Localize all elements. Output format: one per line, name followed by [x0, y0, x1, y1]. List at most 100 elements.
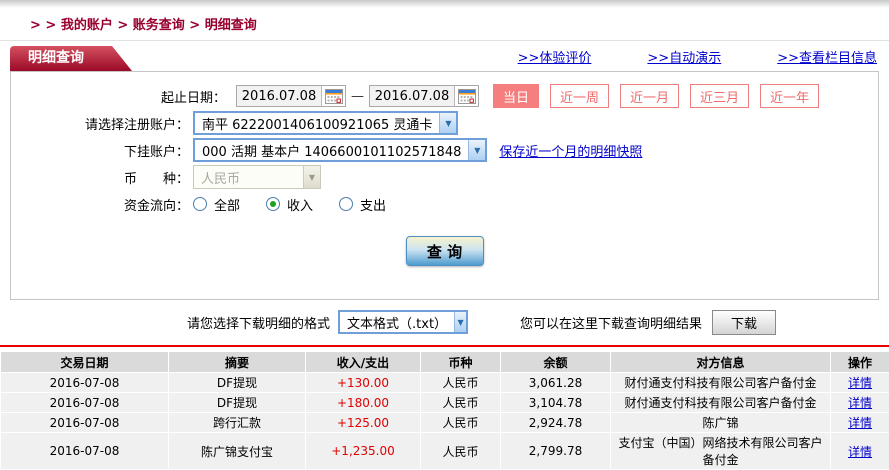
table-row: 2016-07-08 DF提现 +180.00 人民币 3,104.78 财付通…	[1, 393, 889, 413]
cell-summary: DF提现	[169, 373, 306, 393]
link-auto-demo[interactable]: >>自动演示	[647, 47, 721, 66]
sub-account-value: 000 活期 基本户 1406600101102571848	[195, 140, 468, 160]
date-range-row: 起止日期： 2016.07.08 — 2016.07.08	[11, 84, 878, 108]
query-form: 起止日期： 2016.07.08 — 2016.07.08	[10, 71, 879, 300]
download-format-select[interactable]: 文本格式（.txt） ▼	[338, 310, 468, 334]
chevron-down-icon: ▼	[303, 166, 320, 188]
cell-balance: 3,061.28	[501, 373, 611, 393]
breadcrumb: > > 我的账户 > 账务查询 > 明细查询	[0, 8, 889, 41]
quick-range-year-button[interactable]: 近一年	[760, 84, 819, 108]
flow-radio-all-label: 全部	[214, 195, 240, 214]
start-date-input[interactable]: 2016.07.08	[237, 89, 321, 104]
cell-transaction-date: 2016-07-08	[1, 393, 169, 413]
start-date-calendar-button[interactable]	[321, 86, 345, 106]
cell-currency: 人民币	[421, 413, 501, 433]
link-view-column-info[interactable]: >>查看栏目信息	[777, 47, 877, 66]
cell-currency: 人民币	[421, 433, 501, 470]
cell-counterparty: 陈广锦	[611, 413, 831, 433]
header-counterparty: 对方信息	[611, 352, 831, 373]
cell-action: 详情	[831, 393, 889, 413]
download-format-value: 文本格式（.txt）	[340, 312, 454, 332]
radio-icon[interactable]	[339, 197, 353, 211]
cell-balance: 3,104.78	[501, 393, 611, 413]
quick-range-week-button[interactable]: 近一周	[550, 84, 609, 108]
cell-summary: 跨行汇款	[169, 413, 306, 433]
query-button[interactable]: 查 询	[406, 236, 484, 266]
start-date-field: 2016.07.08	[236, 85, 346, 107]
cell-amount: +125.00	[306, 413, 421, 433]
flow-radio-income[interactable]: 收入	[266, 195, 313, 214]
sub-account-select[interactable]: 000 活期 基本户 1406600101102571848 ▼	[193, 138, 487, 162]
table-row: 2016-07-08 陈广锦支付宝 +1,235.00 人民币 2,799.78…	[1, 433, 889, 470]
date-range-label: 起止日期：	[11, 87, 226, 106]
cell-counterparty: 支付宝（中国）网络技术有限公司客户备付金	[611, 433, 831, 470]
download-button[interactable]: 下载	[712, 310, 776, 335]
cell-counterparty: 财付通支付科技有限公司客户备付金	[611, 373, 831, 393]
header-amount: 收入/支出	[306, 352, 421, 373]
header-action: 操作	[831, 352, 889, 373]
download-row: 请您选择下载明细的格式 文本格式（.txt） ▼ 您可以在这里下载查询明细结果 …	[0, 309, 889, 335]
snapshot-link[interactable]: 保存近一个月的明细快照	[499, 141, 642, 160]
table-row: 2016-07-08 DF提现 +130.00 人民币 3,061.28 财付通…	[1, 373, 889, 393]
flow-radio-expense-label: 支出	[360, 195, 386, 214]
end-date-field: 2016.07.08	[369, 85, 479, 107]
flow-radio-expense[interactable]: 支出	[339, 195, 386, 214]
chevron-down-icon: ▼	[439, 113, 456, 133]
currency-label: 币 种：	[11, 168, 189, 187]
sub-account-label: 下挂账户：	[11, 141, 189, 160]
calendar-icon	[325, 89, 343, 104]
cell-currency: 人民币	[421, 393, 501, 413]
link-experience-rating[interactable]: >>体验评价	[518, 47, 592, 66]
download-hint: 您可以在这里下载查询明细结果	[520, 313, 702, 332]
detail-link[interactable]: 详情	[848, 376, 872, 390]
chevron-down-icon: ▼	[468, 140, 485, 160]
cell-action: 详情	[831, 433, 889, 470]
quick-range-today-button[interactable]: 当日	[493, 84, 539, 108]
flow-direction-row: 资金流向： 全部 收入 支出	[11, 192, 878, 216]
radio-icon[interactable]	[193, 197, 207, 211]
quick-range-quarter-button[interactable]: 近三月	[690, 84, 749, 108]
register-account-label: 请选择注册账户：	[11, 114, 189, 133]
cell-balance: 2,924.78	[501, 413, 611, 433]
cell-action: 详情	[831, 373, 889, 393]
red-divider	[0, 345, 889, 347]
header-transaction-date: 交易日期	[1, 352, 169, 373]
download-format-label: 请您选择下载明细的格式	[187, 313, 330, 332]
header-links: >>体验评价 >>自动演示 >>查看栏目信息	[518, 47, 889, 71]
flow-radio-all[interactable]: 全部	[193, 195, 240, 214]
table-header-row: 交易日期 摘要 收入/支出 币种 余额 对方信息 操作	[1, 352, 889, 373]
cell-action: 详情	[831, 413, 889, 433]
cell-amount: +180.00	[306, 393, 421, 413]
cell-transaction-date: 2016-07-08	[1, 433, 169, 470]
cell-amount: +130.00	[306, 373, 421, 393]
cell-transaction-date: 2016-07-08	[1, 413, 169, 433]
calendar-icon	[458, 89, 476, 104]
end-date-calendar-button[interactable]	[454, 86, 478, 106]
register-account-row: 请选择注册账户： 南平 6222001406100921065 灵通卡 ▼	[11, 111, 878, 135]
currency-value: 人民币	[194, 166, 303, 188]
currency-select: 人民币 ▼	[193, 165, 321, 189]
date-separator: —	[351, 89, 364, 104]
flow-radio-income-label: 收入	[287, 195, 313, 214]
detail-link[interactable]: 详情	[848, 445, 872, 459]
flow-direction-label: 资金流向：	[11, 195, 189, 214]
currency-row: 币 种： 人民币 ▼	[11, 165, 878, 189]
sub-account-row: 下挂账户： 000 活期 基本户 1406600101102571848 ▼ 保…	[11, 138, 878, 162]
cell-counterparty: 财付通支付科技有限公司客户备付金	[611, 393, 831, 413]
detail-link[interactable]: 详情	[848, 396, 872, 410]
cell-summary: DF提现	[169, 393, 306, 413]
cell-currency: 人民币	[421, 373, 501, 393]
table-row: 2016-07-08 跨行汇款 +125.00 人民币 2,924.78 陈广锦…	[1, 413, 889, 433]
chevron-down-icon: ▼	[454, 312, 466, 332]
radio-icon[interactable]	[266, 197, 280, 211]
register-account-select[interactable]: 南平 6222001406100921065 灵通卡 ▼	[193, 111, 458, 135]
tab-detail-query[interactable]: 明细查询	[10, 46, 132, 71]
header-balance: 余额	[501, 352, 611, 373]
detail-link[interactable]: 详情	[848, 416, 872, 430]
query-button-row: 查 询	[11, 236, 878, 266]
cell-transaction-date: 2016-07-08	[1, 373, 169, 393]
end-date-input[interactable]: 2016.07.08	[370, 89, 454, 104]
quick-range-month-button[interactable]: 近一月	[620, 84, 679, 108]
header-summary: 摘要	[169, 352, 306, 373]
transactions-table: 交易日期 摘要 收入/支出 币种 余额 对方信息 操作 2016-07-08 D…	[0, 351, 889, 470]
